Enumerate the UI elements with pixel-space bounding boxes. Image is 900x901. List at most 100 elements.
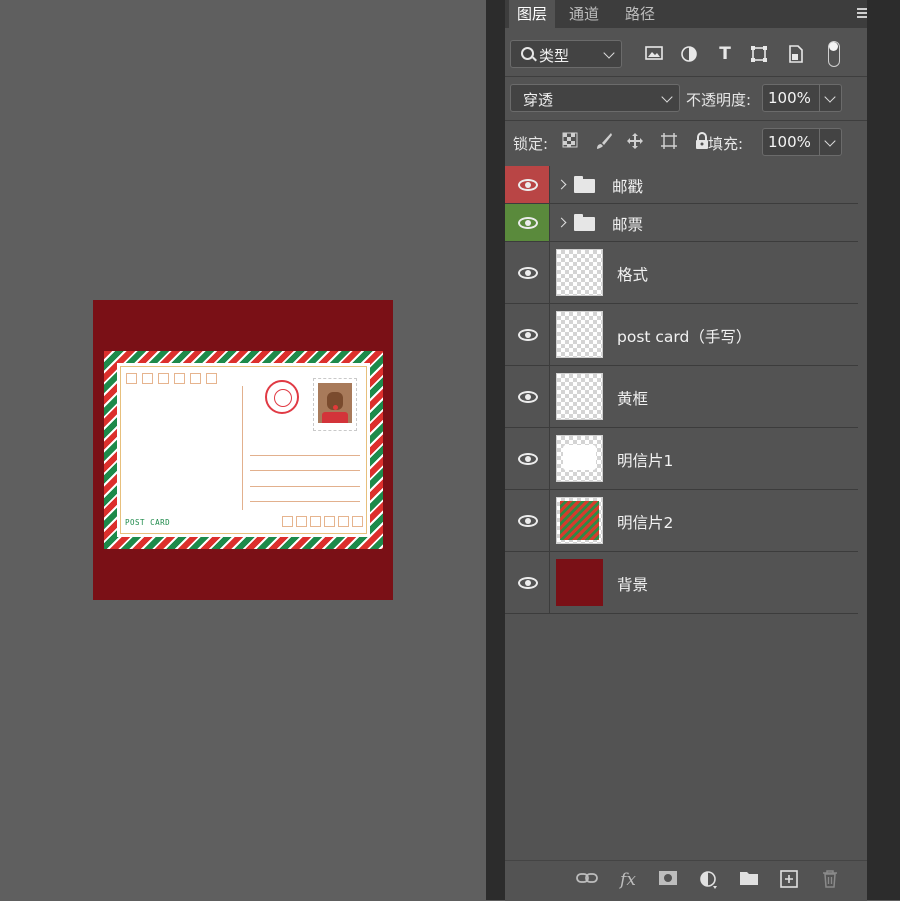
folder-icon <box>574 176 595 193</box>
layer-row[interactable]: 背景 <box>505 552 858 614</box>
opacity-value: 100% <box>768 89 811 107</box>
visibility-toggle[interactable] <box>505 304 550 365</box>
tab-channels[interactable]: 通道 <box>561 0 611 28</box>
tab-layers[interactable]: 图层 <box>509 0 555 28</box>
shape-filter-icon[interactable] <box>750 45 768 63</box>
blend-mode-select[interactable]: 穿透 <box>510 84 680 112</box>
trash-icon[interactable] <box>819 870 841 890</box>
layer-filter-select[interactable]: 类型 <box>510 40 622 68</box>
zip-box <box>142 373 153 384</box>
layer-row[interactable]: 格式 <box>505 242 858 304</box>
visibility-toggle[interactable] <box>505 552 550 613</box>
layer-name: 格式 <box>617 266 649 284</box>
filter-toggle-switch[interactable] <box>828 41 840 67</box>
smart-object-filter-icon[interactable] <box>787 45 805 63</box>
layer-name: 邮票 <box>612 216 644 234</box>
fill-label: 填充: <box>708 135 744 153</box>
layer-row[interactable]: 黄框 <box>505 366 858 428</box>
layers-panel: 图层 通道 路径 类型 T 穿透 不透明度: 100% 锁定: 填充: 100%… <box>486 0 900 901</box>
lock-image-pixels-icon[interactable] <box>595 132 613 150</box>
zip-box <box>206 373 217 384</box>
postcard-divider <box>242 386 243 510</box>
layer-thumbnail <box>556 373 603 420</box>
fx-icon[interactable]: fx <box>617 870 639 890</box>
visibility-toggle[interactable] <box>505 366 550 427</box>
eye-icon <box>518 577 538 589</box>
canvas-area[interactable]: POST CARD <box>0 0 486 900</box>
fill-value: 100% <box>768 133 811 151</box>
christmas-postmark <box>265 380 299 414</box>
visibility-toggle[interactable] <box>505 166 550 203</box>
adjustment-filter-icon[interactable] <box>680 45 698 63</box>
chevron-down-icon <box>824 135 836 147</box>
chevron-right-icon[interactable] <box>556 217 567 228</box>
image-filter-icon[interactable] <box>645 45 663 63</box>
zip-box <box>352 516 363 527</box>
address-line <box>250 486 360 487</box>
folder-icon <box>574 214 595 231</box>
eye-icon <box>518 515 538 527</box>
lock-transparent-pixels-icon[interactable] <box>561 132 579 150</box>
eye-icon <box>518 217 538 229</box>
zip-box <box>174 373 185 384</box>
panel-right-gutter <box>867 0 900 900</box>
layer-name: 明信片2 <box>617 514 674 532</box>
layer-name: 背景 <box>617 576 649 594</box>
separator <box>505 120 867 121</box>
layer-row[interactable]: post card（手写） <box>505 304 858 366</box>
layer-name: 明信片1 <box>617 452 674 470</box>
postcard-label: POST CARD <box>125 518 171 527</box>
mask-icon[interactable] <box>657 870 679 890</box>
visibility-toggle[interactable] <box>505 204 550 241</box>
new-group-icon[interactable] <box>738 870 760 890</box>
eye-icon <box>518 329 538 341</box>
layer-row[interactable]: 明信片1 <box>505 428 858 490</box>
layer-row-group[interactable]: 邮票 <box>505 204 858 242</box>
tab-paths[interactable]: 路径 <box>617 0 667 28</box>
visibility-toggle[interactable] <box>505 490 550 551</box>
address-line <box>250 470 360 471</box>
layer-thumbnail <box>556 311 603 358</box>
layer-name: 黄框 <box>617 390 649 408</box>
separator <box>505 76 867 77</box>
chevron-right-icon[interactable] <box>556 179 567 190</box>
layer-name: post card（手写） <box>617 328 752 346</box>
zip-box <box>338 516 349 527</box>
layers-bottom-toolbar <box>505 860 867 901</box>
adjustment-icon[interactable] <box>698 870 720 890</box>
lock-artboard-icon[interactable] <box>660 132 678 150</box>
opacity-input[interactable]: 100% <box>762 84 842 112</box>
address-line <box>250 501 360 502</box>
zip-box <box>324 516 335 527</box>
visibility-toggle[interactable] <box>505 242 550 303</box>
eye-icon <box>518 179 538 191</box>
address-line <box>250 455 360 456</box>
reindeer-stamp <box>313 378 357 431</box>
opacity-dropdown[interactable] <box>819 85 842 111</box>
fill-input[interactable]: 100% <box>762 128 842 156</box>
visibility-toggle[interactable] <box>505 428 550 489</box>
layer-row-group[interactable]: 邮戳 <box>505 166 858 204</box>
chevron-down-icon <box>661 91 673 103</box>
type-filter-icon[interactable]: T <box>716 45 734 63</box>
layer-thumbnail <box>556 559 603 606</box>
chevron-down-icon <box>603 47 615 59</box>
layer-row[interactable]: 明信片2 <box>505 490 858 552</box>
eye-icon <box>518 453 538 465</box>
link-icon[interactable] <box>576 870 598 890</box>
zip-box <box>190 373 201 384</box>
fill-dropdown[interactable] <box>819 129 842 155</box>
zip-box <box>126 373 137 384</box>
eye-icon <box>518 267 538 279</box>
panel-tabbar: 图层 通道 路径 <box>505 0 871 28</box>
new-layer-icon[interactable] <box>778 870 800 890</box>
eye-icon <box>518 391 538 403</box>
lock-label: 锁定: <box>513 135 549 153</box>
layer-thumbnail <box>556 249 603 296</box>
blend-mode-label: 穿透 <box>523 91 554 109</box>
lock-position-icon[interactable] <box>626 132 644 150</box>
search-icon <box>521 47 534 60</box>
filter-label: 类型 <box>539 47 570 65</box>
zip-box <box>282 516 293 527</box>
opacity-label: 不透明度: <box>686 91 752 109</box>
